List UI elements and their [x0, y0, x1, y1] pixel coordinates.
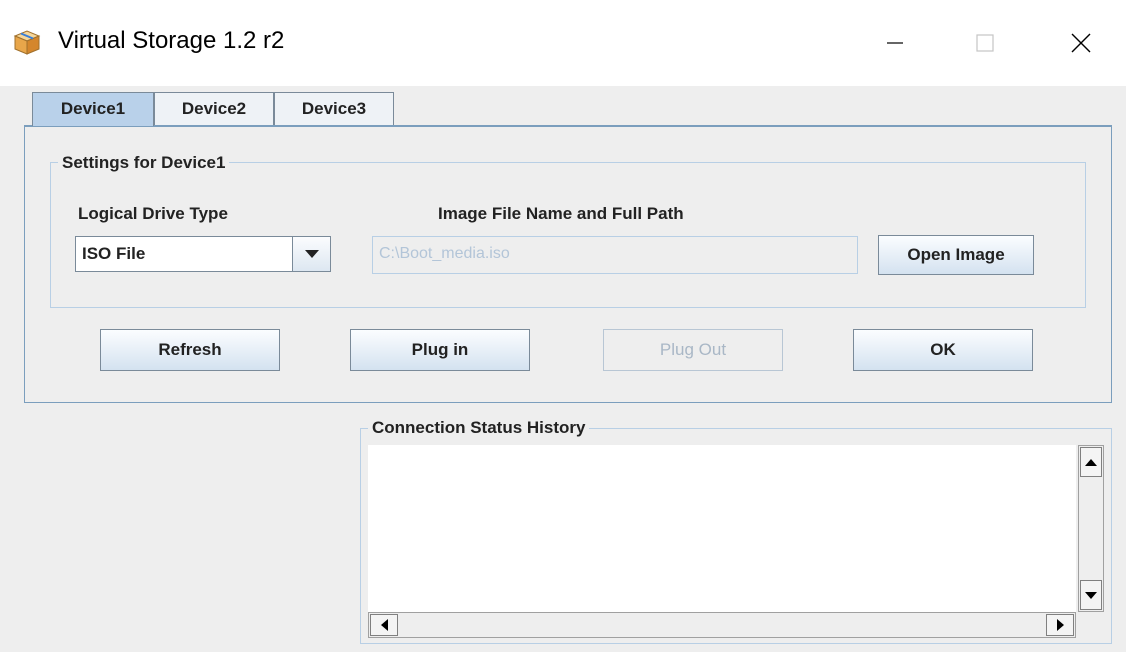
- ok-button[interactable]: OK: [853, 329, 1033, 371]
- arrow-up-icon: [1085, 458, 1097, 466]
- open-image-button[interactable]: Open Image: [878, 235, 1034, 275]
- drive-type-value: ISO File: [82, 244, 146, 263]
- title-bar: Virtual Storage 1.2 r2: [0, 0, 1126, 86]
- tab-device3[interactable]: Device3: [274, 92, 394, 126]
- close-button[interactable]: [1036, 10, 1126, 76]
- plug-in-button[interactable]: Plug in: [350, 329, 530, 371]
- close-icon: [1071, 33, 1091, 53]
- window-title: Virtual Storage 1.2 r2: [58, 27, 285, 54]
- scroll-right-button[interactable]: [1046, 614, 1074, 636]
- minimize-icon: [887, 42, 903, 44]
- tab-device1[interactable]: Device1: [32, 92, 154, 126]
- arrow-down-icon: [1085, 591, 1097, 599]
- arrow-left-icon: [380, 619, 388, 631]
- maximize-button[interactable]: [940, 10, 1030, 76]
- settings-group-title: Settings for Device1: [58, 153, 230, 173]
- dropdown-button[interactable]: [292, 237, 330, 271]
- package-icon[interactable]: [12, 27, 42, 57]
- horizontal-scrollbar[interactable]: [368, 612, 1076, 638]
- image-path-label: Image File Name and Full Path: [438, 204, 684, 223]
- drive-type-label: Logical Drive Type: [78, 204, 228, 223]
- status-group-title: Connection Status History: [368, 418, 590, 438]
- drive-type-select[interactable]: ISO File: [75, 236, 331, 272]
- minimize-button[interactable]: [850, 10, 940, 76]
- maximize-icon: [976, 34, 994, 52]
- refresh-button[interactable]: Refresh: [100, 329, 280, 371]
- scroll-down-button[interactable]: [1080, 580, 1102, 610]
- scroll-left-button[interactable]: [370, 614, 398, 636]
- image-path-field[interactable]: C:\Boot_media.iso: [372, 236, 858, 274]
- plug-out-button: Plug Out: [603, 329, 783, 371]
- vertical-scrollbar[interactable]: [1078, 445, 1104, 612]
- status-history-list[interactable]: [368, 445, 1076, 612]
- scroll-up-button[interactable]: [1080, 447, 1102, 477]
- arrow-right-icon: [1056, 619, 1064, 631]
- chevron-down-icon: [304, 250, 319, 258]
- tab-device2[interactable]: Device2: [154, 92, 274, 126]
